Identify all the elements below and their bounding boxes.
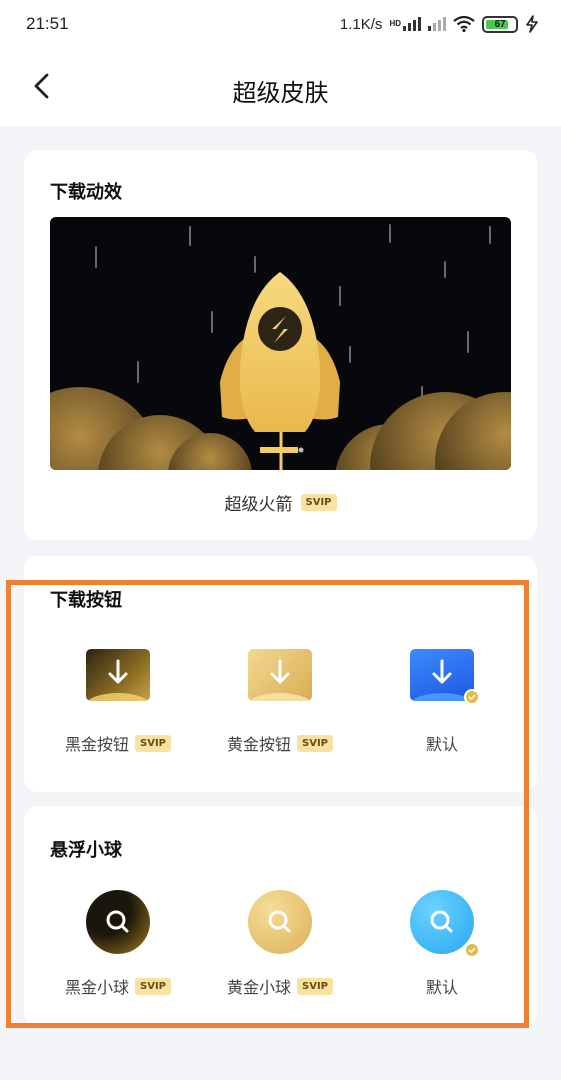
search-icon: [248, 890, 312, 954]
status-bar: 21:51 1.1K/s HD 67: [0, 0, 561, 48]
option-label: 黑金按钮 SVIP: [38, 731, 198, 755]
option-name: 黑金按钮: [64, 735, 129, 754]
option-name: 黄金小球: [226, 978, 291, 997]
battery-level: 67: [494, 18, 506, 30]
option-label: 黄金小球 SVIP: [200, 974, 360, 998]
option-label: 黄金按钮 SVIP: [200, 731, 360, 755]
network-speed: 1.1K/s: [339, 15, 383, 33]
svip-badge: SVIP: [297, 977, 333, 995]
section-title: 下载按钮: [50, 590, 122, 611]
header: 超级皮肤: [0, 48, 561, 126]
option-default-button[interactable]: 默认: [362, 649, 522, 755]
download-icon: [86, 649, 150, 701]
option-black-gold-button[interactable]: 黑金按钮 SVIP: [38, 649, 198, 755]
svip-badge: SVIP: [135, 977, 171, 995]
animation-name: 超级火箭: [224, 495, 293, 515]
option-name: 默认: [425, 978, 458, 997]
status-icons: 1.1K/s HD 67: [340, 15, 539, 33]
wifi-icon: [453, 16, 475, 32]
option-black-gold-ball[interactable]: 黑金小球 SVIP: [38, 890, 198, 998]
search-icon: [410, 890, 474, 954]
option-default-ball[interactable]: 默认: [362, 890, 522, 998]
section-title: 下载动效: [50, 182, 122, 203]
page-title: 超级皮肤: [232, 79, 329, 107]
section-title: 悬浮小球: [50, 840, 122, 861]
download-icon: [248, 649, 312, 701]
selected-check-icon: [464, 942, 480, 958]
network-tag: HD: [389, 19, 401, 28]
signal-icon-2: [428, 17, 446, 31]
option-gold-ball[interactable]: 黄金小球 SVIP: [200, 890, 360, 998]
rocket-illustration: [50, 224, 511, 470]
selected-check-icon: [464, 689, 480, 705]
rocket-animation-preview[interactable]: [50, 217, 511, 470]
signal-icon: [403, 17, 421, 31]
download-animation-card: 下载动效 超级火箭 SVIP: [24, 150, 537, 540]
option-name: 黄金按钮: [226, 735, 291, 754]
option-name: 黑金小球: [64, 978, 129, 997]
search-icon: [86, 890, 150, 954]
svip-badge: SVIP: [300, 494, 337, 511]
charging-icon: [526, 15, 538, 33]
svip-badge: SVIP: [297, 734, 333, 752]
floating-ball-card: 悬浮小球 黑金小球 SVIP 黄金小球 SVIP 默认: [24, 806, 537, 1026]
option-label: 黑金小球 SVIP: [38, 974, 198, 998]
download-button-card: 下载按钮 黑金按钮 SVIP 黄金按钮 SVIP 默认: [24, 556, 537, 792]
animation-caption: 超级火箭 SVIP: [24, 490, 537, 515]
battery-icon: 67: [482, 15, 518, 33]
option-label: 默认: [362, 974, 522, 998]
option-gold-button[interactable]: 黄金按钮 SVIP: [200, 649, 360, 755]
svip-badge: SVIP: [135, 734, 171, 752]
option-label: 默认: [362, 731, 522, 755]
status-time: 21:51: [26, 14, 69, 33]
option-name: 默认: [425, 735, 458, 754]
